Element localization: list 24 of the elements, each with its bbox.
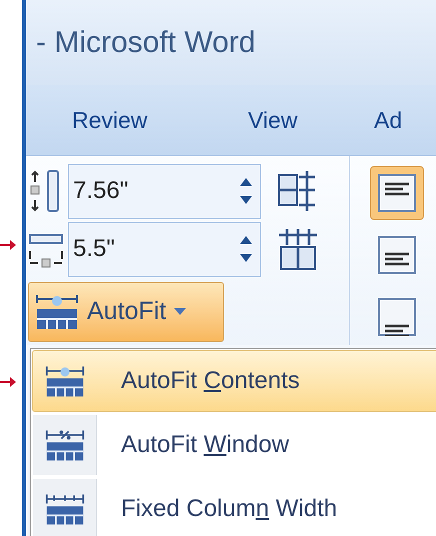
width-value: 5.5" bbox=[73, 234, 116, 264]
autofit-button[interactable]: AutoFit bbox=[28, 282, 224, 342]
ribbon-tab[interactable]: View bbox=[202, 90, 354, 150]
distribute-columns-icon[interactable] bbox=[277, 227, 319, 271]
align-text-icon bbox=[378, 174, 416, 212]
menu-item-label: AutoFit Contents bbox=[121, 366, 300, 396]
align-text-icon bbox=[378, 236, 416, 274]
menu-item-label: AutoFit Window bbox=[121, 430, 290, 460]
ribbon-tab[interactable]: Ad bbox=[354, 90, 414, 150]
arrow-icon bbox=[0, 239, 16, 251]
align-text-icon bbox=[378, 298, 416, 336]
ribbon-tab[interactable]: Review bbox=[26, 90, 202, 150]
height-value: 7.56" bbox=[73, 176, 130, 206]
table-autofit-icon bbox=[35, 293, 79, 331]
window-title: - Microsoft Word bbox=[36, 25, 256, 61]
align-button[interactable] bbox=[370, 166, 424, 220]
arrow-icon bbox=[0, 376, 16, 388]
menu-item-label: Fixed Column Width bbox=[121, 494, 338, 524]
height-spinbox[interactable]: 7.56" bbox=[68, 164, 261, 218]
width-spinbox[interactable]: 5.5" bbox=[68, 222, 261, 276]
menu-item[interactable]: Fixed Column Width bbox=[32, 478, 436, 536]
dropdown-caret-icon bbox=[174, 308, 186, 316]
menu-item[interactable]: AutoFit Window bbox=[32, 414, 436, 476]
menu-item[interactable]: AutoFit Contents bbox=[32, 350, 436, 412]
